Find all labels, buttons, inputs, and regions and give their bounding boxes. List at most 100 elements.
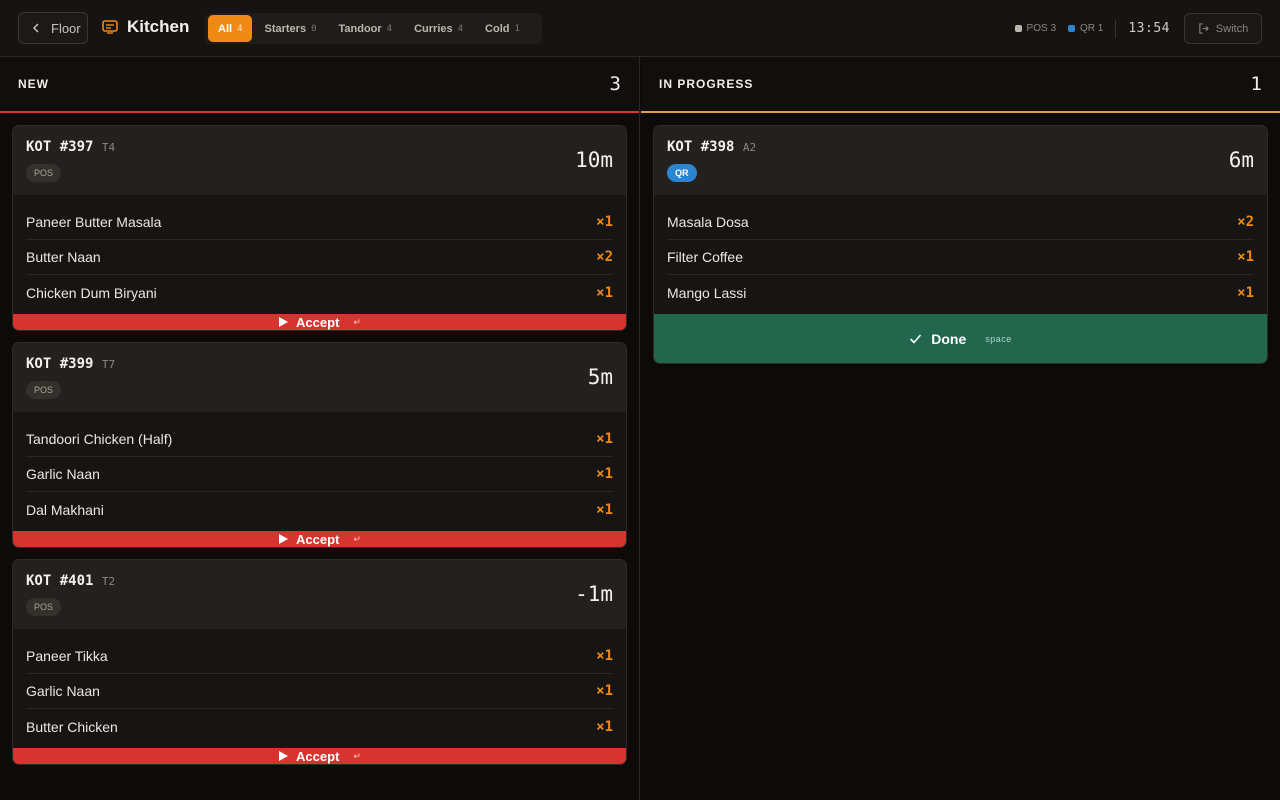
ticket-header: KOT #397 T4 POS 10m <box>13 126 626 195</box>
item-qty: ×1 <box>596 214 613 230</box>
accept-label: Accept <box>296 748 340 764</box>
list-item: Masala Dosa ×2 <box>667 205 1254 240</box>
item-qty: ×1 <box>596 284 613 301</box>
column-header: NEW 3 <box>0 57 639 113</box>
accept-button[interactable]: Accept ↵ <box>13 531 626 547</box>
divider <box>1115 19 1117 38</box>
filter-count: 4 <box>237 23 243 34</box>
item-name: Masala Dosa <box>667 214 749 230</box>
item-qty: ×1 <box>596 501 613 518</box>
sign-out-icon <box>1199 23 1209 34</box>
done-button[interactable]: Done space <box>654 314 1267 363</box>
filter-label: Starters <box>264 22 307 35</box>
item-qty: ×2 <box>1237 214 1254 230</box>
source-badge: POS <box>26 164 62 182</box>
column-title: NEW <box>18 77 49 91</box>
item-qty: ×2 <box>596 249 613 265</box>
source-label: QR 1 <box>1080 23 1104 34</box>
ticket-header: KOT #401 T2 POS -1m <box>13 560 626 629</box>
source-badge: POS <box>26 598 62 616</box>
filter-label: Cold <box>485 22 510 35</box>
space-key-hint: space <box>985 333 1012 344</box>
top-bar: Floor Kitchen All 4 Starters 0 Tandoor 4… <box>0 0 1280 57</box>
item-qty: ×1 <box>596 718 613 735</box>
list-item: Tandoori Chicken (Half) ×1 <box>26 422 613 457</box>
item-qty: ×1 <box>596 466 613 482</box>
item-qty: ×1 <box>596 431 613 447</box>
status-group: POS 3 QR 1 13:54 Switch <box>1014 13 1262 44</box>
item-name: Paneer Butter Masala <box>26 214 162 230</box>
item-name: Garlic Naan <box>26 683 100 699</box>
filter-label: Curries <box>414 22 453 35</box>
list-item: Butter Chicken ×1 <box>26 709 613 744</box>
column-in-progress: IN PROGRESS 1 KOT #398 A2 QR 6m Masala D… <box>641 57 1280 800</box>
filter-tab-starters[interactable]: Starters 0 <box>254 15 326 42</box>
accept-button[interactable]: Accept ↵ <box>13 748 626 764</box>
column-header: IN PROGRESS 1 <box>641 57 1280 113</box>
filter-tab-tandoor[interactable]: Tandoor 4 <box>328 15 402 42</box>
play-icon <box>279 751 289 761</box>
ticket-items: Masala Dosa ×2 Filter Coffee ×1 Mango La… <box>654 195 1267 314</box>
column-count: 3 <box>609 73 621 95</box>
ticket-items: Tandoori Chicken (Half) ×1 Garlic Naan ×… <box>13 412 626 531</box>
page-title: Kitchen <box>127 17 190 36</box>
ticket-table: A2 <box>742 141 757 154</box>
column-count: 1 <box>1250 73 1262 95</box>
enter-key-hint: ↵ <box>353 750 361 761</box>
source-badge: POS <box>26 381 62 399</box>
item-name: Tandoori Chicken (Half) <box>26 431 173 447</box>
filter-tab-cold[interactable]: Cold 1 <box>475 15 530 42</box>
filter-label: All <box>218 22 233 35</box>
list-item: Paneer Butter Masala ×1 <box>26 205 613 240</box>
item-name: Butter Naan <box>26 249 101 265</box>
item-qty: ×1 <box>1237 284 1254 301</box>
ticket-items: Paneer Tikka ×1 Garlic Naan ×1 Butter Ch… <box>13 629 626 748</box>
clock: 13:54 <box>1128 21 1170 36</box>
ticket-items: Paneer Butter Masala ×1 Butter Naan ×2 C… <box>13 195 626 314</box>
ticket-header: KOT #398 A2 QR 6m <box>654 126 1267 195</box>
switch-label: Switch <box>1215 22 1249 35</box>
item-qty: ×1 <box>1237 249 1254 265</box>
list-item: Mango Lassi ×1 <box>667 275 1254 310</box>
item-qty: ×1 <box>596 648 613 664</box>
chevron-left-icon <box>32 23 39 33</box>
accept-button[interactable]: Accept ↵ <box>13 314 626 330</box>
accept-label: Accept <box>296 531 340 547</box>
list-item: Filter Coffee ×1 <box>667 240 1254 275</box>
ticket-card: KOT #401 T2 POS -1m Paneer Tikka ×1 Garl… <box>12 559 627 765</box>
column-title: IN PROGRESS <box>659 77 754 91</box>
source-count-pos: POS 3 <box>1014 23 1057 34</box>
ticket-id: KOT #398 <box>667 139 735 155</box>
list-item: Butter Naan ×2 <box>26 240 613 275</box>
filter-count: 0 <box>311 23 317 34</box>
ticket-card: KOT #398 A2 QR 6m Masala Dosa ×2 Filter … <box>653 125 1268 364</box>
source-label: POS 3 <box>1026 23 1057 34</box>
column-new: NEW 3 KOT #397 T4 POS 10m Paneer Butter … <box>0 57 640 800</box>
done-label: Done <box>931 330 967 347</box>
list-item: Dal Makhani ×1 <box>26 492 613 527</box>
filter-label: Tandoor <box>338 22 382 35</box>
item-name: Dal Makhani <box>26 501 104 518</box>
ticket-header: KOT #399 T7 POS 5m <box>13 343 626 412</box>
accept-label: Accept <box>296 314 340 330</box>
back-to-floor-button[interactable]: Floor <box>18 12 88 44</box>
filter-count: 4 <box>457 23 464 34</box>
item-name: Chicken Dum Biryani <box>26 284 157 301</box>
switch-button[interactable]: Switch <box>1184 13 1262 44</box>
enter-key-hint: ↵ <box>353 533 361 544</box>
ticket-card: KOT #397 T4 POS 10m Paneer Butter Masala… <box>12 125 627 331</box>
item-name: Garlic Naan <box>26 466 100 482</box>
filter-tab-curries[interactable]: Curries 4 <box>404 15 473 42</box>
station-filter-tabs: All 4 Starters 0 Tandoor 4 Curries 4 Col… <box>205 13 542 44</box>
list-item: Chicken Dum Biryani ×1 <box>26 275 613 310</box>
check-icon <box>910 334 922 344</box>
elapsed-time: 10m <box>575 148 613 172</box>
enter-key-hint: ↵ <box>353 316 361 327</box>
qr-square-icon <box>1068 25 1076 32</box>
filter-tab-all[interactable]: All 4 <box>208 15 253 42</box>
ticket-table: T7 <box>101 358 116 371</box>
elapsed-time: 5m <box>587 365 613 389</box>
pos-square-icon <box>1014 25 1022 32</box>
page-title-group: Kitchen <box>102 17 189 37</box>
ticket-table: T4 <box>101 141 116 154</box>
